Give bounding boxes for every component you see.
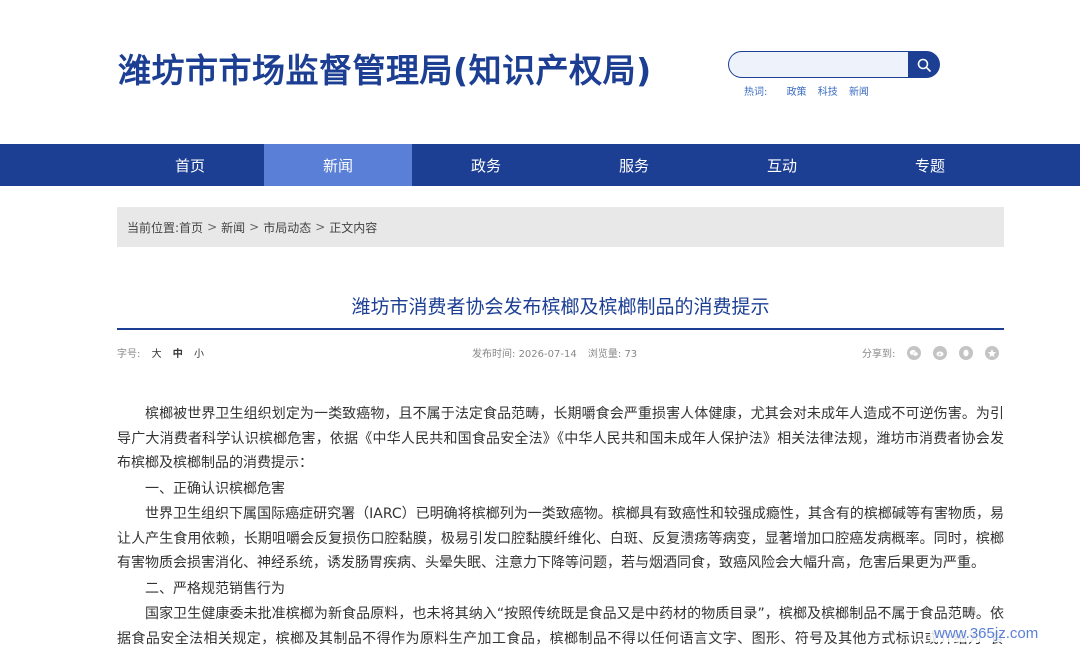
section-heading: 一、正确认识槟榔危害: [145, 480, 285, 497]
title-divider: [117, 328, 1004, 330]
search-box: [728, 51, 940, 78]
nav-item-government[interactable]: 政务: [412, 144, 560, 186]
nav-item-home[interactable]: 首页: [116, 144, 264, 186]
font-size-small[interactable]: 小: [194, 349, 204, 360]
breadcrumb-item-news[interactable]: 新闻: [221, 219, 245, 236]
publish-date: 2026-07-14: [518, 349, 577, 360]
font-size-controls: 字号: 大 中 小: [117, 345, 204, 360]
views-label: 浏览量:: [587, 349, 622, 360]
font-size-large[interactable]: 大: [152, 349, 162, 360]
font-size-medium[interactable]: 中: [173, 349, 183, 360]
hot-word-link[interactable]: 科技: [818, 87, 838, 98]
site-title[interactable]: 潍坊市市场监督管理局(知识产权局): [118, 44, 652, 92]
breadcrumb: 当前位置: 首页 > 新闻 > 市局动态 > 正文内容: [117, 207, 1004, 247]
section-heading: 二、严格规范销售行为: [145, 580, 285, 597]
article-paragraph: 国家卫生健康委未批准槟榔为新食品原料，也未将其纳入“按照传统既是食品又是中药材的…: [117, 606, 1004, 647]
hot-words: 热词: 政策 科技 新闻: [744, 83, 877, 98]
hot-word-link[interactable]: 政策: [787, 87, 807, 98]
search-icon: [917, 58, 931, 72]
breadcrumb-separator: >: [207, 220, 218, 234]
article-paragraph: 世界卫生组织下属国际癌症研究署（IARC）已明确将槟榔列为一类致癌物。槟榔具有致…: [117, 506, 1004, 571]
share-label: 分享到:: [862, 349, 896, 360]
nav-item-news[interactable]: 新闻: [264, 144, 412, 186]
watermark: www.365jz.com: [930, 625, 1043, 642]
font-size-label: 字号:: [117, 349, 141, 360]
breadcrumb-item-current: 正文内容: [329, 220, 378, 235]
breadcrumb-label: 当前位置:: [127, 220, 180, 235]
publish-label: 发布时间:: [472, 349, 516, 360]
weibo-icon[interactable]: [933, 345, 948, 360]
breadcrumb-item-bureau-news[interactable]: 市局动态: [263, 219, 311, 236]
breadcrumb-separator: >: [249, 220, 260, 234]
search-button[interactable]: [908, 51, 940, 78]
nav-item-services[interactable]: 服务: [560, 144, 708, 186]
publish-info: 发布时间: 2026-07-14 浏览量: 73: [472, 345, 637, 360]
wechat-icon[interactable]: [907, 345, 922, 360]
search-input[interactable]: [728, 51, 910, 78]
main-nav: 首页 新闻 政务 服务 互动 专题: [0, 144, 1080, 186]
nav-item-interaction[interactable]: 互动: [708, 144, 856, 186]
article-body: 槟榔被世界卫生组织划定为一类致癌物，且不属于法定食品范畴，长期嚼食会严重损害人体…: [117, 402, 1004, 652]
hot-word-link[interactable]: 新闻: [849, 87, 869, 98]
article-paragraph: 槟榔被世界卫生组织划定为一类致癌物，且不属于法定食品范畴，长期嚼食会严重损害人体…: [117, 406, 1004, 471]
breadcrumb-separator: >: [315, 220, 326, 234]
nav-item-topics[interactable]: 专题: [856, 144, 1004, 186]
article-title: 潍坊市消费者协会发布槟榔及槟榔制品的消费提示: [351, 296, 770, 318]
site-header: 潍坊市市场监督管理局(知识产权局) 热词: 政策 科技 新闻: [0, 0, 1080, 144]
hot-words-label: 热词:: [744, 87, 768, 98]
views-count: 73: [624, 349, 638, 360]
breadcrumb-item-home[interactable]: 首页: [179, 219, 203, 236]
qzone-icon[interactable]: [985, 345, 1000, 360]
qq-icon[interactable]: [959, 345, 974, 360]
share-bar: 分享到:: [862, 345, 1000, 360]
